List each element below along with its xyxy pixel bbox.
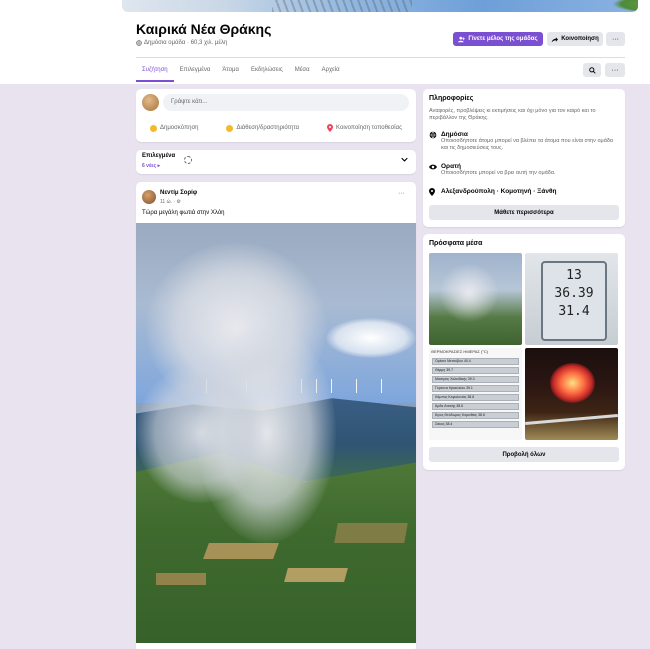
- location-pin-icon: [327, 124, 334, 132]
- temperature-row: Άγιος Θεόδωρος Κορινθίας 38.6: [432, 412, 519, 419]
- privacy-visible-row: Ορατή Οποιοσδήποτε μπορεί να βρει αυτή τ…: [429, 163, 619, 177]
- feeling-button[interactable]: Διάθεση/δραστηριότητα: [226, 124, 299, 132]
- visible-description: Οποιοσδήποτε μπορεί να βρει αυτή την ομά…: [441, 170, 556, 176]
- public-description: Οποιοσδήποτε άτομο μπορεί να βλέπει τα ά…: [441, 138, 614, 151]
- share-button[interactable]: Κοινοποίηση: [547, 32, 603, 46]
- post-timestamp[interactable]: 11 ώ. · ⚙: [160, 199, 181, 205]
- post-text: Τώρα μεγάλη φωτιά στην Χλόη: [142, 210, 225, 216]
- header-divider: [136, 57, 625, 58]
- group-tabs: Συζήτηση Επιλεγμένα Άτομα Εκδηλώσεις Μέσ…: [136, 62, 346, 82]
- about-description: Αναφορές, προβλέψεις κι εκτιμήσεις και ό…: [429, 108, 596, 121]
- location-button[interactable]: Κοινοποίηση τοποθεσίας: [327, 124, 402, 132]
- join-group-button[interactable]: Γίνετε μέλος της ομάδας: [453, 32, 543, 46]
- media-thumbnail-thermometer[interactable]: 13 36.39 31.4: [525, 253, 618, 345]
- group-header: Καιρικά Νέα Θράκης Δημόσια ομάδα · 60,3 …: [0, 0, 650, 84]
- group-meta-text: Δημόσια ομάδα · 60,3 χιλ. μέλη: [144, 40, 228, 46]
- recent-media-heading: Πρόσφατα μέσα: [429, 240, 483, 247]
- thermometer-line: 31.4: [558, 304, 590, 319]
- loading-icon: [184, 156, 192, 164]
- poll-icon: [149, 124, 157, 132]
- location-pin-icon: [429, 188, 437, 196]
- search-icon: [588, 66, 596, 74]
- search-button[interactable]: [583, 63, 601, 77]
- thermometer-line: 13: [566, 268, 582, 283]
- temperature-row: Θέρμη 39.7: [432, 367, 519, 374]
- tab-featured[interactable]: Επιλεγμένα: [174, 62, 217, 82]
- public-title: Δημόσια: [441, 131, 468, 138]
- thermometer-line: 36.39: [554, 286, 594, 301]
- temperature-row: Μαστρος Χαλκιδικής 39.3: [432, 376, 519, 383]
- cover-tree: [612, 0, 638, 12]
- privacy-public-row: Δημόσια Οποιοσδήποτε άτομο μπορεί να βλέ…: [429, 131, 619, 152]
- photo-field: [284, 568, 348, 582]
- tab-events[interactable]: Εκδηλώσεις: [245, 62, 289, 82]
- temperature-row: Ορέσιο Μετσόβου 40.4: [432, 358, 519, 365]
- tab-files[interactable]: Αρχεία: [316, 62, 346, 82]
- composer-actions: Δημοσκόπηση Διάθεση/δραστηριότητα Κοινοπ…: [136, 124, 416, 132]
- cover-branches: [272, 0, 412, 12]
- add-user-icon: [458, 36, 466, 43]
- avatar[interactable]: [142, 94, 159, 111]
- visible-title: Ορατή: [441, 163, 461, 170]
- author-avatar[interactable]: [142, 190, 156, 204]
- media-thumbnail-fire-night[interactable]: [525, 348, 618, 440]
- photo-smoke: [136, 363, 266, 503]
- photo-field: [334, 523, 408, 543]
- share-icon: [551, 36, 559, 43]
- globe-icon: [136, 40, 142, 46]
- photo-field: [203, 543, 279, 559]
- thermometer-display: 13 36.39 31.4: [541, 261, 607, 341]
- tab-people[interactable]: Άτομα: [216, 62, 245, 82]
- post-composer: Γράψτε κάτι... Δημοσκόπηση Διάθεση/δραστ…: [136, 89, 416, 142]
- location-row: Αλεξανδρούπολη · Κομοτηνή · Ξάνθη: [429, 188, 556, 196]
- group-title[interactable]: Καιρικά Νέα Θράκης: [136, 21, 271, 37]
- temperature-row: Κάμπος Κεφαλονιάς 38.8: [432, 394, 519, 401]
- media-thumbnail-smoke[interactable]: [429, 253, 522, 345]
- temperature-table-title: ΘΕΡΜΟΚΡΑΣΙΕΣ ΗΜΕΡΑΣ (°C): [431, 349, 489, 354]
- tab-media[interactable]: Μέσα: [289, 62, 316, 82]
- post-photo[interactable]: [136, 223, 416, 643]
- header-more-button[interactable]: ···: [606, 32, 625, 46]
- poll-button[interactable]: Δημοσκόπηση: [149, 124, 199, 132]
- thumbnail-smoke: [439, 263, 499, 323]
- tab-discussion[interactable]: Συζήτηση: [136, 62, 174, 82]
- post-author[interactable]: Νεντίμ Σορίφ: [160, 190, 197, 196]
- cover-photo[interactable]: [122, 0, 638, 12]
- tabs-more-button[interactable]: ···: [605, 63, 625, 77]
- group-meta: Δημόσια ομάδα · 60,3 χιλ. μέλη: [136, 40, 227, 46]
- temperature-row: Σάκος 38.4: [432, 421, 519, 428]
- poll-label: Δημοσκόπηση: [159, 125, 199, 131]
- featured-filter[interactable]: Επιλεγμένα 6 νέες ▸: [136, 150, 416, 174]
- feed-post: Νεντίμ Σορίφ 11 ώ. · ⚙ ··· Τώρα μεγάλη φ…: [136, 182, 416, 649]
- see-all-media-button[interactable]: Προβολή όλων: [429, 447, 619, 462]
- group-location: Αλεξανδρούπολη · Κομοτηνή · Ξάνθη: [441, 188, 557, 195]
- feeling-label: Διάθεση/δραστηριότητα: [236, 125, 300, 131]
- featured-label: Επιλεγμένα: [142, 153, 176, 159]
- about-card: Πληροφορίες Αναφορές, προβλέψεις κι εκτι…: [423, 89, 625, 227]
- temperature-row: Γόρτυνα Ηρακλείου 39.1: [432, 385, 519, 392]
- post-more-button[interactable]: ···: [398, 190, 405, 197]
- thumbnail-road: [525, 413, 618, 426]
- media-thumbnail-temperature-table[interactable]: ΘΕΡΜΟΚΡΑΣΙΕΣ ΗΜΕΡΑΣ (°C) Ορέσιο Μετσόβου…: [429, 348, 522, 440]
- learn-more-button[interactable]: Μάθετε περισσότερα: [429, 205, 619, 220]
- thumbnail-fire: [550, 363, 595, 403]
- smiley-icon: [226, 124, 234, 132]
- recent-media-card: Πρόσφατα μέσα 13 36.39 31.4 ΘΕΡΜΟΚΡΑΣΙΕΣ…: [423, 234, 625, 470]
- temperature-row: Άρδα Αττικής 38.6: [432, 403, 519, 410]
- globe-icon: [429, 131, 437, 152]
- chevron-down-icon[interactable]: [401, 156, 408, 163]
- photo-field: [156, 573, 206, 585]
- featured-new-count[interactable]: 6 νέες ▸: [142, 163, 160, 169]
- composer-input[interactable]: Γράψτε κάτι...: [163, 94, 409, 111]
- location-label: Κοινοποίηση τοποθεσίας: [336, 125, 403, 131]
- join-group-label: Γίνετε μέλος της ομάδας: [468, 36, 538, 42]
- share-label: Κοινοποίηση: [561, 36, 599, 42]
- photo-cloud: [326, 318, 416, 358]
- eye-icon: [429, 163, 437, 177]
- about-heading: Πληροφορίες: [429, 95, 474, 102]
